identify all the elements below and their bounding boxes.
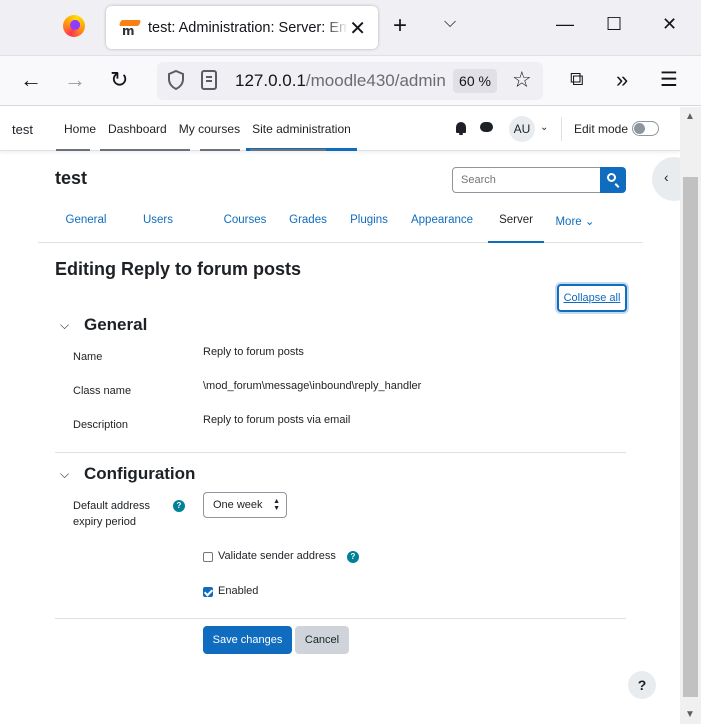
site-brand[interactable]: test (12, 122, 33, 137)
configuration-section-title: Configuration (84, 464, 196, 483)
scrollbar-thumb[interactable] (683, 177, 698, 697)
chevron-down-icon: ⌵ (60, 317, 70, 332)
search-button[interactable] (600, 167, 626, 193)
chevron-left-icon: ‹ (664, 169, 669, 185)
help-footer-button[interactable]: ? (628, 671, 656, 699)
validate-sender-label[interactable]: Validate sender address (218, 550, 336, 562)
user-menu-chevron-down-icon[interactable]: ⌄ (540, 122, 548, 133)
page-heading: Editing Reply to forum posts (55, 259, 301, 279)
firefox-logo-icon[interactable] (63, 15, 85, 37)
section-divider (55, 452, 626, 453)
browser-navigation-bar: ← → ↻ 127.0.0.1/moodle430/admin/tool/mes… (0, 56, 701, 106)
validate-sender-help-icon[interactable]: ? (347, 551, 359, 563)
bookmark-star-icon[interactable]: ☆ (512, 67, 532, 93)
moodle-header: test Home Dashboard My courses Site admi… (0, 107, 680, 151)
primary-nav-dashboard[interactable]: Dashboard (102, 107, 173, 151)
minimize-window-button[interactable]: — (556, 14, 574, 35)
tab-courses[interactable]: Courses (216, 202, 274, 243)
maximize-window-button[interactable]: ☐ (606, 14, 622, 35)
class-name-label: Class name (73, 385, 132, 397)
tab-appearance[interactable]: Appearance (396, 202, 488, 243)
tab-close-icon[interactable]: ✕ (349, 16, 366, 41)
expiry-period-select[interactable]: One week ▲ ▼ (203, 492, 287, 518)
configuration-section-header[interactable]: ⌵ Configuration (60, 464, 195, 484)
back-button[interactable]: ← (20, 68, 42, 92)
moodle-favicon-icon: m (118, 19, 142, 38)
url-path: /moodle430/admin/tool/messageinbound/ind… (305, 71, 445, 90)
close-window-button[interactable]: ✕ (662, 14, 677, 35)
forward-button[interactable]: → (64, 68, 86, 92)
description-label: Description (73, 419, 129, 431)
tab-title: test: Administration: Server: Email (148, 19, 348, 36)
url-text[interactable]: 127.0.0.1/moodle430/admin/tool/messagein… (235, 71, 445, 91)
edit-mode-label: Edit mode (574, 122, 629, 136)
tab-plugins[interactable]: Plugins (342, 202, 396, 243)
select-arrows-icon: ▲ ▼ (273, 498, 280, 512)
tab-server[interactable]: Server (488, 202, 544, 243)
page-viewport: test Home Dashboard My courses Site admi… (0, 107, 680, 724)
address-bar[interactable]: 127.0.0.1/moodle430/admin/tool/messagein… (157, 62, 543, 100)
expiry-period-value: One week (213, 499, 263, 511)
enabled-label[interactable]: Enabled (218, 585, 258, 597)
primary-nav-home[interactable]: Home (58, 107, 102, 151)
page-title: test (55, 168, 88, 188)
reload-button[interactable]: ↻ (110, 68, 128, 92)
secondary-navigation: General Users Courses Grades Plugins App… (38, 202, 643, 243)
breadcrumb (56, 149, 326, 153)
url-host: 127.0.0.1 (235, 71, 306, 90)
tab-users[interactable]: Users (100, 202, 216, 243)
primary-nav-my-courses[interactable]: My courses (173, 107, 246, 151)
collapse-all-link[interactable]: Collapse all (557, 284, 627, 312)
extensions-icon[interactable]: ⧉ (570, 68, 584, 92)
header-divider (561, 117, 562, 141)
scroll-down-arrow-icon[interactable]: ▼ (685, 709, 695, 720)
tracking-protection-shield-icon[interactable] (167, 70, 185, 90)
notifications-bell-icon[interactable] (456, 122, 466, 135)
general-section-header[interactable]: ⌵ General (60, 315, 147, 335)
name-value: Reply to forum posts (203, 346, 304, 358)
tab-more[interactable]: More ⌄ (544, 202, 606, 243)
new-tab-button[interactable]: + (393, 13, 407, 39)
page-scrollbar[interactable]: ▲ ▼ (680, 107, 701, 724)
browser-tab-strip: m test: Administration: Server: Email ✕ … (0, 0, 701, 56)
search-icon (607, 173, 616, 182)
chevron-down-icon: ⌵ (60, 466, 70, 481)
zoom-level-button[interactable]: 60 % (453, 69, 497, 93)
list-all-tabs-icon[interactable]: ⌵ (444, 14, 456, 32)
description-value: Reply to forum posts via email (203, 414, 351, 426)
cancel-button[interactable]: Cancel (295, 626, 349, 654)
primary-nav-site-administration[interactable]: Site administration (246, 107, 357, 151)
tab-grades[interactable]: Grades (274, 202, 342, 243)
expiry-help-icon[interactable]: ? (173, 500, 185, 512)
general-section-title: General (84, 315, 148, 334)
enabled-checkbox[interactable] (203, 587, 213, 597)
class-name-value: \mod_forum\message\inbound\reply_handler (203, 380, 422, 392)
name-label: Name (73, 351, 103, 363)
edit-mode-toggle[interactable] (632, 121, 659, 136)
form-divider (55, 618, 626, 619)
app-menu-icon[interactable]: ☰ (660, 68, 678, 92)
search-input[interactable] (452, 167, 601, 193)
primary-navigation: Home Dashboard My courses Site administr… (58, 107, 357, 151)
open-block-drawer-button[interactable]: ‹ (652, 157, 680, 201)
messages-chat-icon[interactable] (480, 122, 493, 132)
validate-sender-checkbox[interactable] (203, 552, 213, 562)
save-changes-button[interactable]: Save changes (203, 626, 292, 654)
expiry-period-label: Default address expiry period (73, 500, 151, 528)
more-tools-icon[interactable]: » (616, 68, 628, 92)
page-info-icon[interactable] (201, 70, 217, 90)
scroll-up-arrow-icon[interactable]: ▲ (685, 111, 695, 122)
user-avatar[interactable]: AU (509, 116, 535, 142)
browser-tab-active[interactable]: m test: Administration: Server: Email ✕ (106, 6, 378, 49)
